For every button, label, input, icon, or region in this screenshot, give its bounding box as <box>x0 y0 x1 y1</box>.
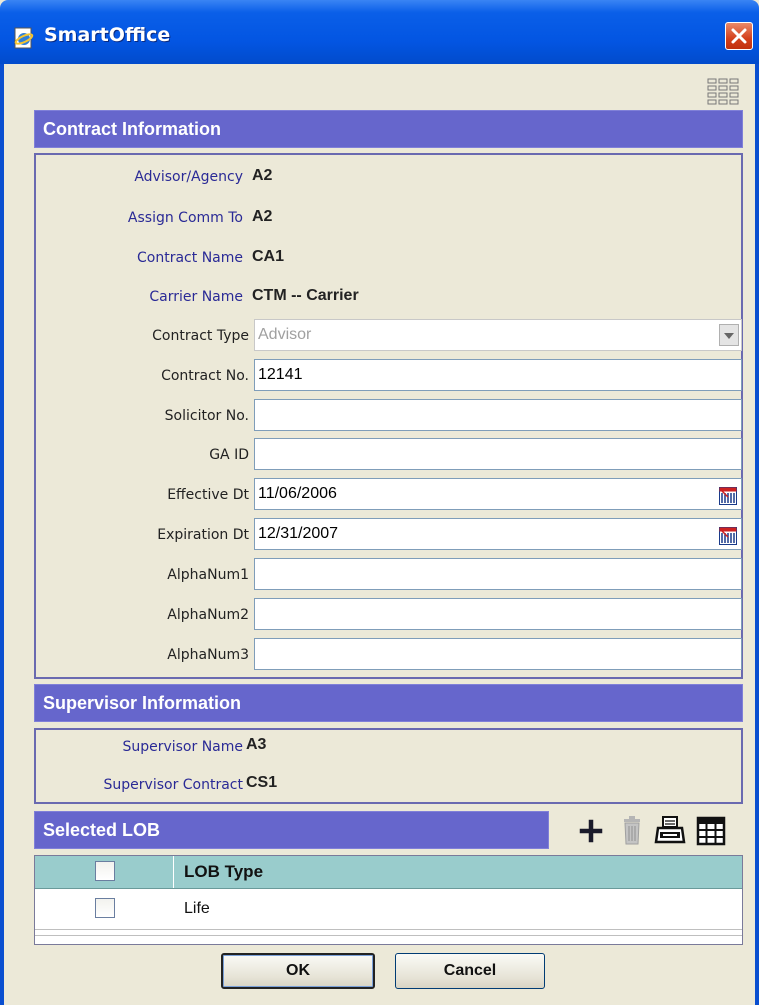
assign-comm-label: Assign Comm To <box>127 210 243 226</box>
chevron-down-icon[interactable] <box>719 324 739 346</box>
effective-dt-input[interactable]: 11/06/2006 <box>254 478 742 510</box>
contract-name-label: Contract Name <box>137 250 243 266</box>
alphanum1-input[interactable] <box>254 558 742 590</box>
ga-id-label: GA ID <box>209 447 249 463</box>
alphanum2-label: AlphaNum2 <box>167 607 249 623</box>
cancel-button[interactable]: Cancel <box>395 953 545 989</box>
window-title: SmartOffice <box>44 24 171 46</box>
expiration-dt-value: 12/31/2007 <box>258 525 339 542</box>
lob-type-column-header[interactable]: LOB Type <box>184 862 263 882</box>
column-divider <box>173 856 174 888</box>
solicitor-no-label: Solicitor No. <box>164 408 249 424</box>
alphanum3-input[interactable] <box>254 638 742 670</box>
supervisor-name-label: Supervisor Name <box>122 739 243 755</box>
contract-no-input[interactable]: 12141 <box>254 359 742 391</box>
supervisor-info-title: Supervisor Information <box>43 692 242 713</box>
lob-type-cell: Life <box>184 900 210 917</box>
table-grid-icon[interactable] <box>696 816 726 850</box>
advisor-label: Advisor/Agency <box>134 169 243 185</box>
carrier-name-value: CTM -- Carrier <box>252 287 359 304</box>
row-divider <box>35 935 742 936</box>
lob-table: LOB Type Life <box>34 855 743 945</box>
row-divider <box>35 929 742 930</box>
contract-type-label: Contract Type <box>152 328 249 344</box>
select-all-checkbox[interactable] <box>95 861 115 881</box>
supervisor-name-value: A3 <box>246 736 267 753</box>
solicitor-no-input[interactable] <box>254 399 742 431</box>
contract-type-value: Advisor <box>258 326 312 343</box>
contract-no-label: Contract No. <box>161 368 249 384</box>
expiration-dt-input[interactable]: 12/31/2007 <box>254 518 742 550</box>
contract-type-select[interactable]: Advisor <box>254 319 742 351</box>
selected-lob-header: Selected LOB <box>34 811 549 849</box>
lob-table-header: LOB Type <box>35 856 742 889</box>
supervisor-info-header: Supervisor Information <box>34 684 743 722</box>
ok-button[interactable]: OK <box>221 953 375 989</box>
contract-info-title: Contract Information <box>43 118 221 139</box>
row-checkbox[interactable] <box>95 898 115 918</box>
assign-comm-value: A2 <box>252 208 273 225</box>
printer-icon[interactable] <box>654 816 686 850</box>
plus-icon[interactable] <box>578 818 604 848</box>
expiration-dt-label: Expiration Dt <box>157 527 249 543</box>
contract-info-header: Contract Information <box>34 110 743 148</box>
close-button[interactable] <box>725 22 753 50</box>
effective-dt-value: 11/06/2006 <box>258 485 337 502</box>
carrier-name-label: Carrier Name <box>149 289 243 305</box>
selected-lob-title: Selected LOB <box>43 819 161 840</box>
grid-layout-icon[interactable] <box>706 76 740 110</box>
calendar-icon[interactable] <box>719 526 737 556</box>
ok-button-label: OK <box>286 962 310 979</box>
advisor-value: A2 <box>252 167 273 184</box>
alphanum2-input[interactable] <box>254 598 742 630</box>
calendar-icon[interactable] <box>719 486 737 516</box>
alphanum1-label: AlphaNum1 <box>167 567 249 583</box>
effective-dt-label: Effective Dt <box>167 487 249 503</box>
cancel-button-label: Cancel <box>443 962 497 979</box>
alphanum3-label: AlphaNum3 <box>167 647 249 663</box>
close-icon <box>731 28 747 44</box>
trash-icon[interactable] <box>620 816 644 850</box>
supervisor-contract-label: Supervisor Contract <box>103 777 243 793</box>
supervisor-contract-value: CS1 <box>246 774 278 791</box>
contract-name-value: CA1 <box>252 248 285 265</box>
ie-page-icon <box>12 26 36 50</box>
ga-id-input[interactable] <box>254 438 742 470</box>
